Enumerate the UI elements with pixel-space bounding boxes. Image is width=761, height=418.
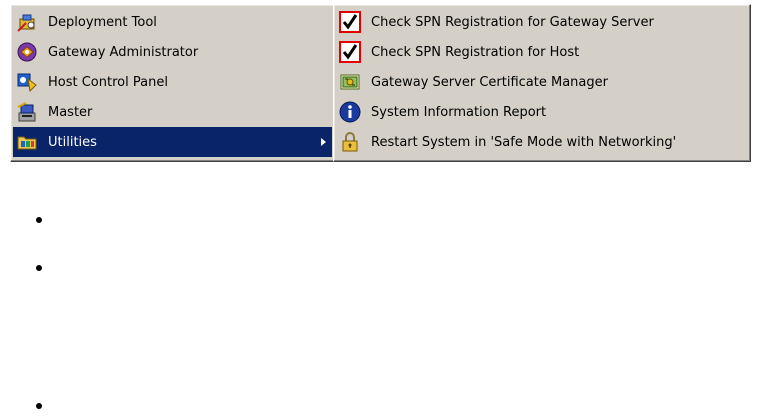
menu-item-label: Check SPN Registration for Gateway Serve… [371,14,654,30]
menu-item-label: Restart System in 'Safe Mode with Networ… [371,134,677,150]
menu-item-check-spn-gateway[interactable]: Check SPN Registration for Gateway Serve… [336,7,748,37]
menu-item-master[interactable]: Master [13,97,332,127]
info-icon [339,101,361,123]
menu-item-host-control-panel[interactable]: Host Control Panel [13,67,332,97]
checkmark-icon [339,11,361,33]
menu-item-label: Master [48,104,93,120]
menu-item-system-information-report[interactable]: System Information Report [336,97,748,127]
checkmark-icon [339,41,361,63]
submenu-arrow-icon [321,138,326,146]
utilities-submenu: Check SPN Registration for Gateway Serve… [333,4,751,162]
menu-item-label: Deployment Tool [48,14,157,30]
certificate-icon [340,74,360,90]
menu-item-check-spn-host[interactable]: Check SPN Registration for Host [336,37,748,67]
menu-item-label: Gateway Administrator [48,44,199,60]
gateway-administrator-icon [17,42,37,62]
master-icon [17,102,36,122]
menu-item-utilities[interactable]: Utilities [13,127,332,157]
menu-item-label: Check SPN Registration for Host [371,44,580,60]
program-menu: Deployment Tool Gateway Administrator Ho… [10,4,335,162]
menu-item-label: Gateway Server Certificate Manager [371,74,608,90]
menu-item-label: Utilities [48,134,97,150]
menu-item-gateway-administrator[interactable]: Gateway Administrator [13,37,332,67]
bullet-point [36,265,42,271]
menu-item-certificate-manager[interactable]: Gateway Server Certificate Manager [336,67,748,97]
padlock-icon [342,132,358,152]
menu-item-label: System Information Report [371,104,547,120]
utilities-folder-icon [17,136,37,150]
host-control-panel-icon [17,73,37,93]
bullet-point [36,403,42,409]
menu-item-label: Host Control Panel [48,74,168,90]
deployment-tool-icon [17,14,35,32]
menu-item-deployment-tool[interactable]: Deployment Tool [13,7,332,37]
bullet-point [36,217,42,223]
menu-item-restart-safe-mode[interactable]: Restart System in 'Safe Mode with Networ… [336,127,748,157]
